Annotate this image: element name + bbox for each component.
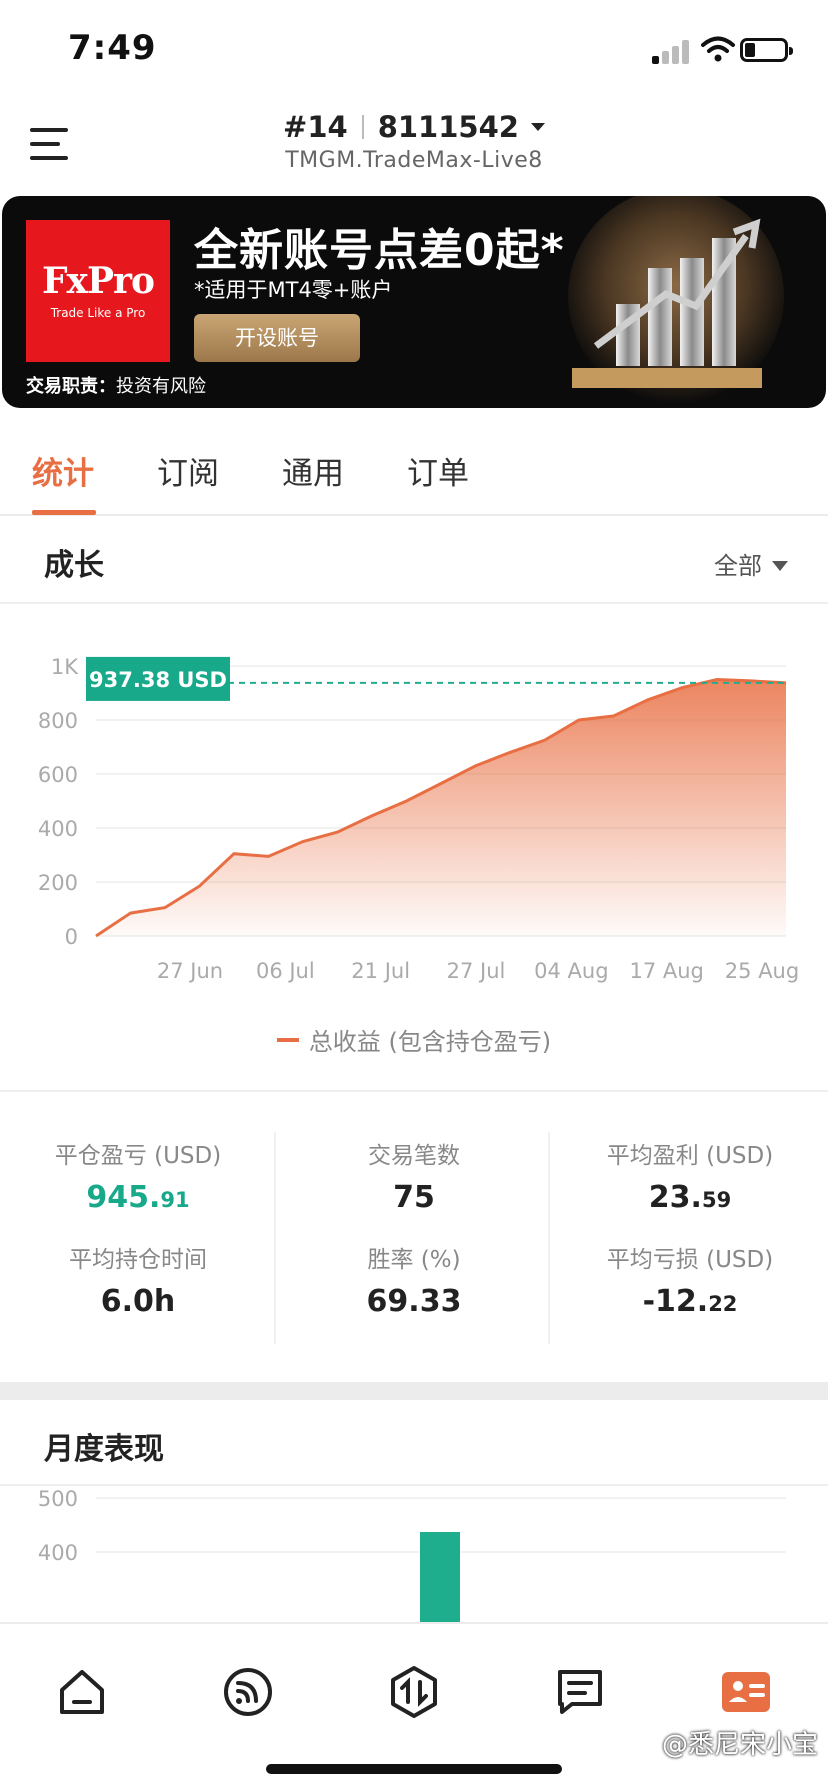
growth-chart-svg: 0 200 400 600 800 1K 27 Jun 06 Jul 21 Jul 27 Jul 0…	[38, 655, 799, 983]
stat-value-int: 945.	[86, 1180, 161, 1215]
monthly-bar	[420, 1532, 460, 1622]
x-tick-label: 27 Jul	[447, 959, 506, 983]
y-tick-label: 800	[38, 709, 78, 733]
promo-banner[interactable]: FxPro Trade Like a Pro 全新账号点差0起* *适用于MT4…	[2, 196, 826, 408]
risk-label: 交易职责：	[26, 376, 116, 397]
stat-label: 平均盈利 (USD)	[606, 1143, 774, 1169]
stat-avg-loss: 平均亏损 (USD) -12.22	[552, 1240, 828, 1319]
stat-value-int: 23.	[648, 1180, 702, 1215]
growth-area	[96, 679, 786, 936]
growth-chart: 0 200 400 600 800 1K 27 Jun 06 Jul 21 Jul 27 Jul 0…	[0, 606, 828, 1092]
status-bar: 7:49	[0, 0, 828, 96]
stat-value: 23.59	[552, 1180, 828, 1215]
monthly-header: 月度表现	[0, 1400, 828, 1486]
stat-value-int: -12.	[642, 1284, 709, 1319]
banner-headline: 全新账号点差0起*	[194, 225, 565, 276]
stat-label: 平仓盈亏 (USD)	[54, 1143, 222, 1169]
banner-subline: *适用于MT4零+账户	[194, 278, 393, 302]
x-tick-label: 25 Aug	[725, 959, 799, 983]
stat-value: 6.0h	[100, 1284, 176, 1319]
news-icon[interactable]	[552, 1664, 608, 1720]
feed-icon[interactable]	[220, 1664, 276, 1720]
stat-label: 平均持仓时间	[69, 1247, 207, 1273]
stat-win-rate: 胜率 (%) 69.33	[276, 1240, 552, 1319]
x-tick-label: 04 Aug	[534, 959, 608, 983]
monthly-chart-svg: 400 500	[38, 1487, 786, 1622]
stat-value-dec: 91	[160, 1188, 190, 1212]
account-selector[interactable]: #14 8111542 TMGM.TradeMax-Live8	[0, 110, 828, 173]
tab-general[interactable]: 通用	[282, 448, 344, 493]
monthly-title: 月度表现	[44, 1432, 164, 1467]
stat-trades: 交易笔数 75	[276, 1136, 552, 1215]
status-time: 7:49	[68, 28, 157, 68]
stat-closed-pl: 平仓盈亏 (USD) 945.91	[0, 1136, 276, 1215]
home-indicator[interactable]	[266, 1764, 562, 1774]
x-tick-label: 17 Aug	[629, 959, 703, 983]
stats-grid: 平仓盈亏 (USD) 945.91 交易笔数 75 平均盈利 (USD) 23.…	[0, 1096, 828, 1382]
profile-icon[interactable]	[718, 1664, 774, 1720]
y-tick-label: 0	[65, 925, 78, 949]
home-icon[interactable]	[54, 1664, 110, 1720]
tab-bar: 统计 订阅 通用 订单	[0, 408, 828, 516]
watermark: @悉尼宋小宝	[661, 1730, 818, 1760]
chevron-down-icon	[772, 561, 788, 571]
y-tick-label: 600	[38, 763, 78, 787]
stat-avg-hold-time: 平均持仓时间 6.0h	[0, 1240, 276, 1319]
tab-orders[interactable]: 订单	[407, 448, 469, 493]
section-gap	[0, 1382, 828, 1400]
cellular-signal-icon	[652, 38, 692, 64]
server-name: TMGM.TradeMax-Live8	[285, 148, 543, 173]
x-tick-label: 27 Jun	[157, 959, 223, 983]
stat-label: 胜率 (%)	[367, 1247, 461, 1273]
account-rank: #14	[283, 110, 348, 144]
legend-label: 总收益 (包含持仓盈亏)	[308, 1028, 552, 1056]
stat-label: 平均亏损 (USD)	[606, 1247, 774, 1273]
battery-icon	[740, 38, 793, 62]
tab-statistics[interactable]: 统计	[32, 448, 94, 493]
x-tick-label: 21 Jul	[351, 959, 410, 983]
monthly-chart: 400 500	[0, 1487, 828, 1622]
stat-value-dec: 59	[701, 1188, 732, 1212]
y-tick-label: 500	[38, 1488, 78, 1511]
wifi-icon	[701, 36, 735, 62]
stat-value: 945.91	[0, 1180, 276, 1215]
stat-value-dec: 22	[708, 1292, 738, 1316]
account-number: 8111542	[377, 110, 519, 144]
y-tick-label: 200	[38, 871, 78, 895]
risk-disclaimer: 交易职责：投资有风险	[26, 372, 206, 398]
stat-label: 交易笔数	[368, 1143, 460, 1169]
legend-swatch	[276, 1038, 299, 1042]
tab-subscribe[interactable]: 订阅	[157, 448, 219, 493]
growth-header: 成长 全部	[0, 518, 828, 604]
y-tick-label: 1K	[51, 655, 79, 679]
current-value-label: 937.38 USD	[89, 668, 227, 692]
open-account-button[interactable]: 开设账号	[194, 314, 360, 362]
brand-logo: FxPro Trade Like a Pro	[26, 220, 170, 362]
stat-value: 75	[393, 1180, 435, 1215]
period-selector[interactable]: 全部	[714, 546, 788, 581]
app-header: #14 8111542 TMGM.TradeMax-Live8	[0, 96, 828, 192]
separator	[361, 115, 364, 139]
bar-chart-illustration	[568, 196, 784, 404]
trade-icon[interactable]	[386, 1664, 442, 1720]
stat-avg-profit: 平均盈利 (USD) 23.59	[552, 1136, 828, 1215]
y-tick-label: 400	[38, 1541, 78, 1565]
stat-value: -12.22	[552, 1284, 828, 1319]
brand-tagline: Trade Like a Pro	[50, 306, 146, 320]
risk-text: 投资有风险	[116, 376, 206, 397]
y-tick-label: 400	[38, 817, 78, 841]
brand-name: FxPro	[41, 260, 155, 302]
chart-legend: 总收益 (包含持仓盈亏)	[0, 1022, 828, 1057]
chevron-down-icon	[530, 123, 545, 131]
period-label: 全部	[714, 552, 762, 580]
x-tick-label: 06 Jul	[256, 959, 315, 983]
stat-value: 69.33	[366, 1284, 462, 1319]
growth-title: 成长	[44, 548, 104, 583]
active-tab-indicator	[32, 510, 96, 515]
